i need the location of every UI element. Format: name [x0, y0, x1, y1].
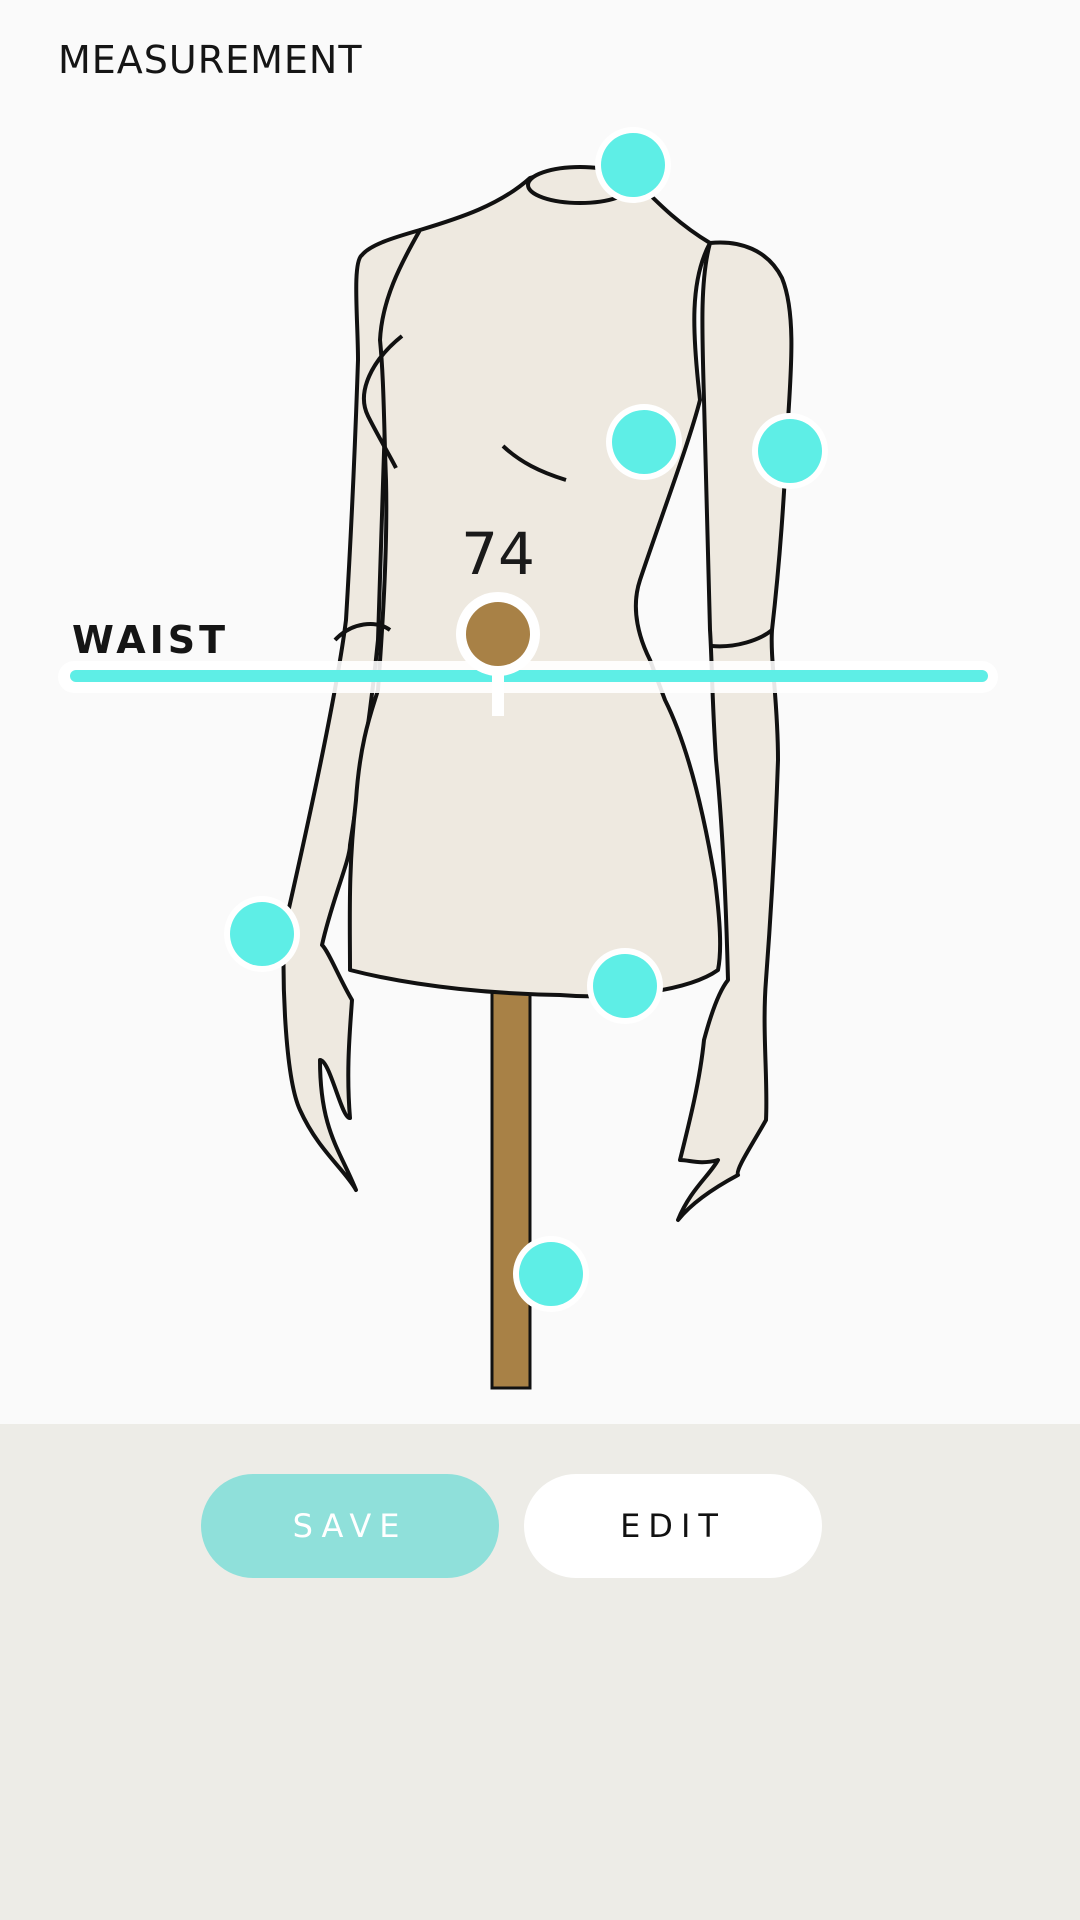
save-button[interactable]: SAVE	[201, 1474, 499, 1578]
measurement-value: 74	[461, 520, 535, 588]
waist-slider-handle[interactable]	[456, 592, 540, 676]
hip-point[interactable]	[587, 948, 663, 1024]
waist-measure-line	[70, 670, 988, 682]
mannequin-stand	[490, 988, 532, 1390]
wrist-point[interactable]	[224, 896, 300, 972]
bust-point[interactable]	[606, 404, 682, 480]
neck-point[interactable]	[595, 127, 671, 203]
upper-arm-point[interactable]	[752, 413, 828, 489]
mannequin-illustration	[58, 127, 998, 1390]
leg-point[interactable]	[513, 1236, 589, 1312]
edit-button[interactable]: EDIT	[524, 1474, 822, 1578]
measurement-label: WAIST	[72, 618, 230, 662]
